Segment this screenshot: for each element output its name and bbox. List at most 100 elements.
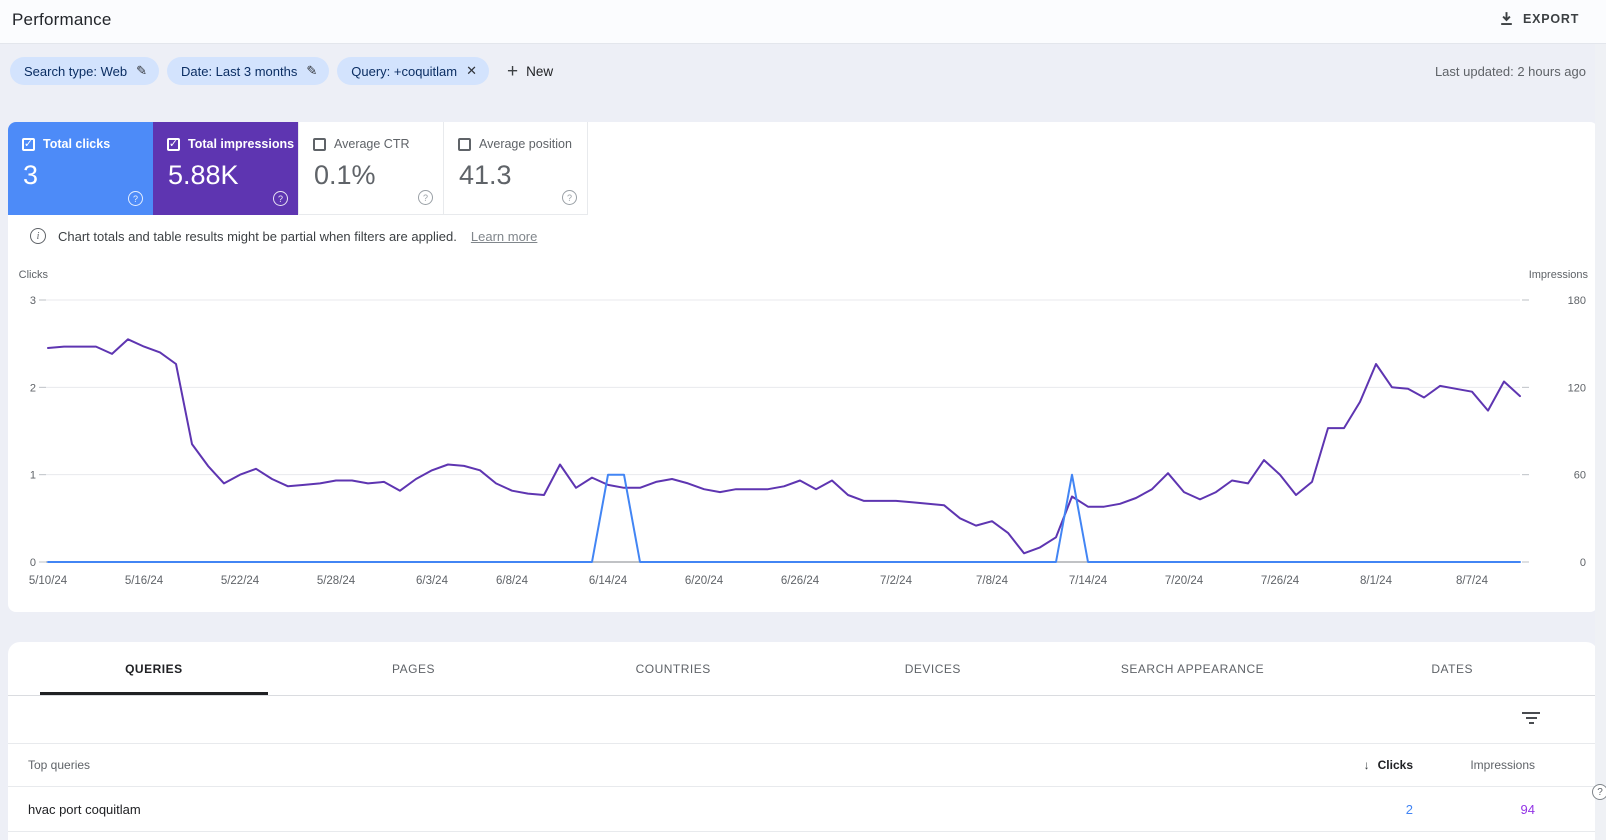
card-header: Average CTR (313, 137, 410, 151)
page-title: Performance (12, 10, 112, 29)
metric-cards: ✓ Total clicks 3 ? ✓ Total impressions 5… (8, 122, 1598, 215)
right-axis-title: Impressions (1529, 269, 1589, 281)
right-axis-tick-label: 0 (1580, 557, 1586, 569)
sort-desc-icon: ↓ (1363, 758, 1370, 772)
notice-text: Chart totals and table results might be … (58, 228, 457, 244)
x-axis-tick-label: 8/7/24 (1456, 575, 1489, 587)
download-icon (1498, 10, 1515, 27)
checkbox-checked-icon[interactable]: ✓ (167, 137, 180, 151)
checkbox-checked-icon[interactable]: ✓ (22, 137, 35, 151)
metric-card-total-clicks[interactable]: ✓ Total clicks 3 ? (8, 122, 153, 215)
x-axis-tick-label: 7/26/24 (1261, 575, 1300, 587)
left-axis-tick-label: 1 (30, 470, 36, 482)
chip-search-type[interactable]: Search type: Web ✎ (10, 57, 159, 85)
filter-list-icon[interactable] (1522, 712, 1540, 726)
x-axis-tick-label: 5/10/24 (29, 575, 68, 587)
edit-icon[interactable]: ✎ (136, 63, 147, 79)
x-axis-tick-label: 6/3/24 (416, 575, 449, 587)
help-button[interactable]: ? (1592, 784, 1606, 800)
tab-label: SEARCH APPEARANCE (1120, 661, 1265, 676)
clicks-header-label: Clicks (1377, 758, 1413, 772)
top-bar: Performance EXPORT (0, 0, 1606, 44)
left-axis-title: Clicks (19, 269, 49, 281)
metric-card-average-ctr[interactable]: Average CTR 0.1% ? (298, 122, 443, 215)
card-header: ✓ Total impressions (167, 137, 294, 151)
right-axis-tick-label: 180 (1568, 295, 1586, 307)
clicks-line (47, 473, 1521, 563)
plus-icon: + (507, 60, 519, 82)
help-icon[interactable]: ? (418, 190, 433, 205)
chip-label: Date: Last 3 months (181, 63, 298, 79)
metric-card-total-impressions[interactable]: ✓ Total impressions 5.88K ? (153, 122, 298, 215)
tab-devices[interactable]: DEVICES (803, 642, 1063, 695)
last-updated-text: Last updated: 2 hours ago (1434, 64, 1586, 79)
x-axis-tick-label: 7/20/24 (1165, 575, 1204, 587)
left-axis-tick-label: 2 (30, 382, 36, 394)
metric-card-average-position[interactable]: Average position 41.3 ? (443, 122, 588, 215)
checkbox-unchecked-icon[interactable] (458, 137, 471, 151)
performance-panel: ✓ Total clicks 3 ? ✓ Total impressions 5… (8, 122, 1598, 612)
metric-value: 5.88K (168, 160, 239, 190)
card-header: ✓ Total clicks (22, 137, 110, 151)
left-axis-tick-label: 0 (30, 557, 36, 569)
tab-dates[interactable]: DATES (1322, 642, 1582, 695)
right-axis-tick-label: 120 (1568, 382, 1586, 394)
top-queries-header: Top queries (28, 758, 91, 772)
dimension-tabs: QUERIES PAGES COUNTRIES DEVICES SEARCH A… (8, 642, 1598, 696)
tab-label: DATES (1431, 661, 1473, 676)
new-filter-label: New (526, 63, 554, 79)
scrollbar[interactable] (1595, 44, 1606, 840)
tab-search-appearance[interactable]: SEARCH APPEARANCE (1063, 642, 1323, 695)
x-axis-tick-label: 6/20/24 (685, 575, 724, 587)
metric-label: Total clicks (43, 137, 111, 151)
table-header-row: Top queries ↓ Clicks Impressions (8, 744, 1598, 787)
chip-date-range[interactable]: Date: Last 3 months ✎ (167, 57, 330, 85)
metric-value: 3 (23, 160, 39, 190)
learn-more-link[interactable]: Learn more (471, 229, 537, 244)
card-header: Average position (458, 137, 572, 151)
impressions-line (47, 338, 1521, 555)
filter-bar: Search type: Web ✎ Date: Last 3 months ✎… (10, 57, 563, 85)
x-axis-tick-label: 7/14/24 (1069, 575, 1108, 587)
impressions-column-header[interactable]: Impressions (1470, 758, 1535, 772)
info-icon: i (30, 228, 46, 244)
help-icon[interactable]: ? (562, 190, 577, 205)
metric-label: Average CTR (334, 137, 410, 151)
export-label: EXPORT (1523, 11, 1580, 26)
chip-label: Query: +coquitlam (351, 63, 458, 79)
chip-label: Search type: Web (24, 63, 128, 79)
close-icon[interactable]: ✕ (466, 63, 477, 79)
checkbox-unchecked-icon[interactable] (313, 137, 326, 151)
tab-label: COUNTRIES (635, 661, 711, 676)
tab-queries[interactable]: QUERIES (24, 642, 284, 695)
table-toolbar (8, 696, 1598, 744)
active-tab-underline (39, 692, 269, 695)
x-axis-tick-label: 5/22/24 (221, 575, 260, 587)
metric-label: Average position (479, 137, 572, 151)
table-row[interactable]: hvac port coquitlam 2 94 (8, 787, 1598, 832)
tab-label: PAGES (392, 661, 435, 676)
x-axis-tick-label: 7/2/24 (880, 575, 913, 587)
export-button[interactable]: EXPORT (1498, 10, 1579, 27)
chip-query-filter[interactable]: Query: +coquitlam ✕ (337, 57, 490, 85)
partial-data-notice: i Chart totals and table results might b… (30, 228, 537, 244)
query-cell: hvac port coquitlam (28, 802, 141, 817)
tab-countries[interactable]: COUNTRIES (543, 642, 803, 695)
new-filter-button[interactable]: + New (497, 57, 563, 85)
metric-value: 41.3 (459, 160, 512, 190)
tab-pages[interactable]: PAGES (284, 642, 544, 695)
impressions-cell: 94 (1520, 802, 1535, 817)
x-axis-tick-label: 5/16/24 (125, 575, 164, 587)
performance-chart: 0 1 2 3 0 60 120 180 Clicks Impressions 5/10/24 5/1… (8, 262, 1598, 603)
edit-icon[interactable]: ✎ (306, 63, 317, 79)
metric-label: Total impressions (188, 137, 295, 151)
right-axis-tick-label: 60 (1574, 470, 1586, 482)
clicks-cell: 2 (1405, 802, 1413, 817)
x-axis-tick-label: 6/8/24 (496, 575, 529, 587)
help-icon[interactable]: ? (273, 191, 288, 206)
dimensions-panel: QUERIES PAGES COUNTRIES DEVICES SEARCH A… (8, 642, 1598, 840)
x-axis-tick-label: 5/28/24 (317, 575, 356, 587)
clicks-column-header[interactable]: ↓ Clicks (1364, 758, 1413, 772)
help-icon[interactable]: ? (128, 191, 143, 206)
metric-value: 0.1% (314, 160, 376, 190)
